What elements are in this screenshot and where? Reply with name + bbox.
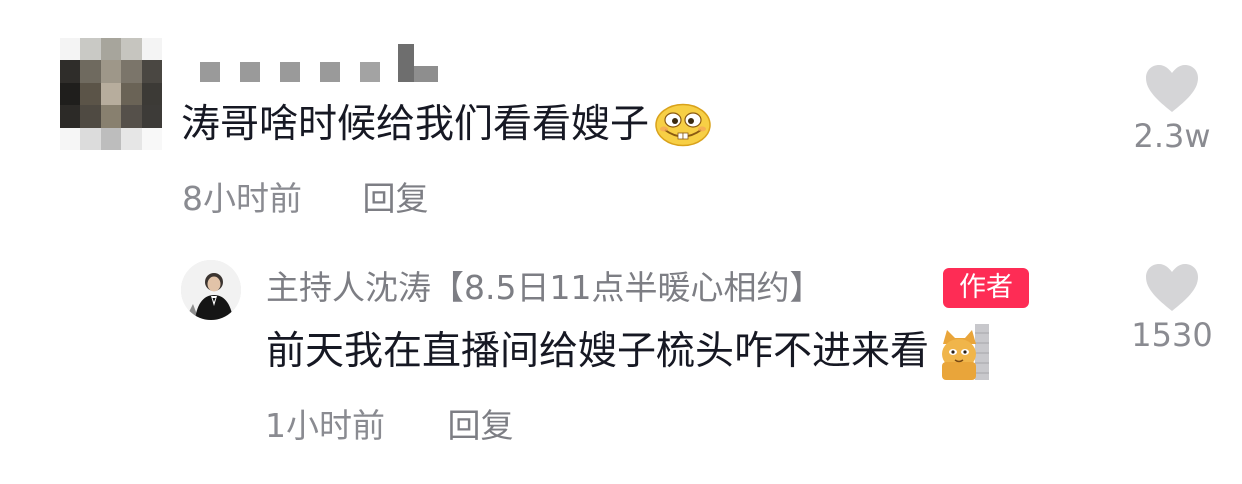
heart-icon [1146,264,1198,311]
username-pixelated[interactable] [196,44,446,84]
comment-like-count: 2.3w [1133,117,1211,155]
reply-like-button[interactable]: 1530 [1124,263,1220,355]
reply-button[interactable]: 回复 [363,179,429,218]
cat-emoji-icon [942,324,990,380]
reply-text: 前天我在直播间给嫂子梳头咋不进来看 [266,329,930,374]
author-badge: 作者 [943,268,1029,308]
comment-meta: 8小时前 回复 [182,177,429,221]
reply-meta: 1小时前 回复 [265,404,514,448]
person-photo-icon [181,260,241,320]
reply-author-name[interactable]: 主持人沈涛【8.5日11点半暖心相约】 [266,266,822,310]
comment-text: 涛哥啥时候给我们看看嫂子 [181,102,650,147]
avatar-pixelated[interactable] [60,38,162,150]
reply-avatar[interactable] [181,260,241,320]
heart-icon [1146,65,1198,112]
reply-content: 前天我在直播间给嫂子梳头咋不进来看 [266,324,990,380]
comment-like-button[interactable]: 2.3w [1128,64,1216,156]
comment-content: 涛哥啥时候给我们看看嫂子 [181,100,711,150]
reply-like-count: 1530 [1131,316,1213,354]
comment-thread: 涛哥啥时候给我们看看嫂子 8小时前 回复 2.3w 主持人沈涛【8.5日11点半… [0,0,1242,484]
reply-time: 1小时前 [265,406,385,445]
comment-time: 8小时前 [182,179,302,218]
reply-reply-button[interactable]: 回复 [448,406,514,445]
grin-emoji-icon [655,103,711,147]
